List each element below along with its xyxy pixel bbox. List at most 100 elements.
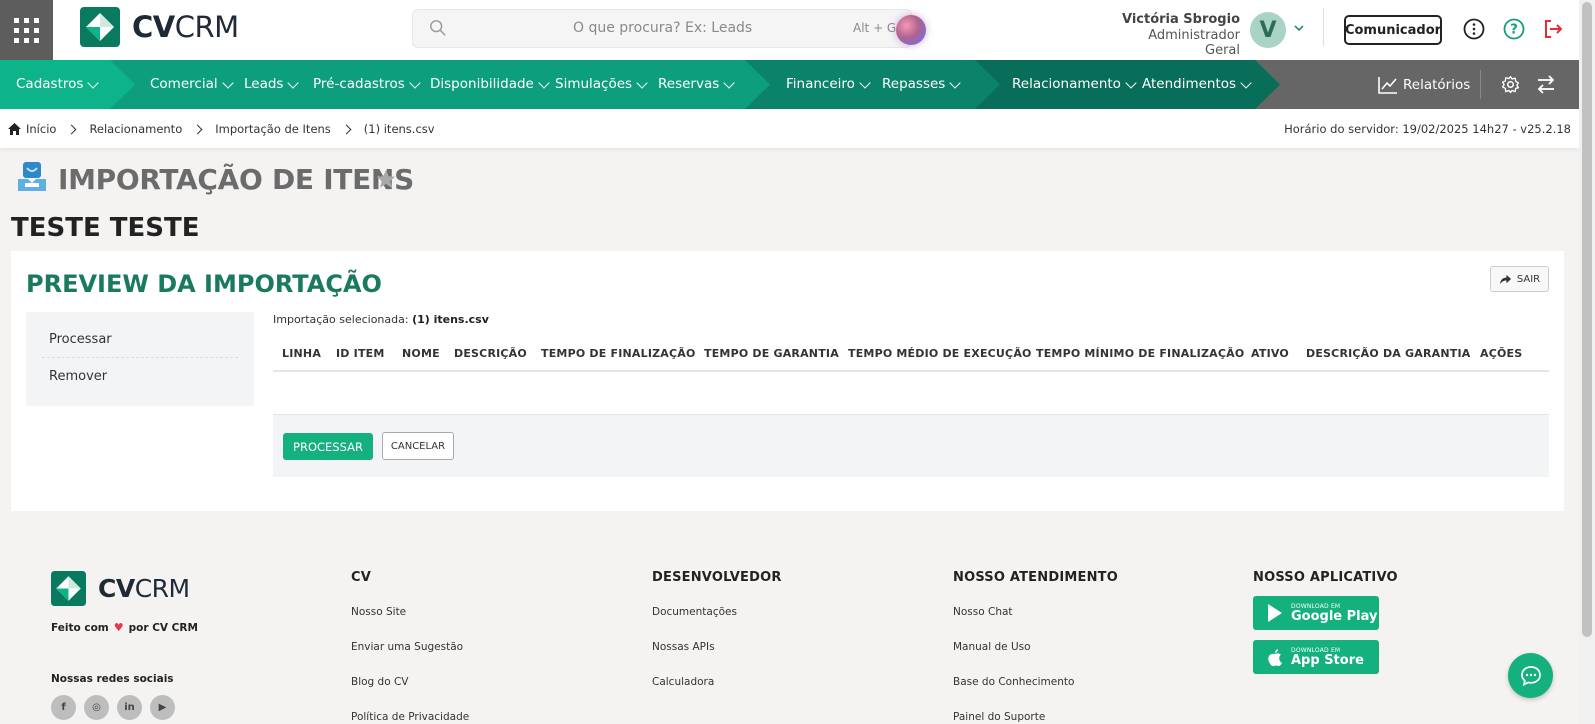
nav-comercial[interactable]: Comercial xyxy=(150,76,234,92)
chevron-down-icon xyxy=(723,76,735,89)
favorite-star-icon[interactable] xyxy=(375,168,397,190)
column-header[interactable]: ATIVO xyxy=(1251,347,1289,360)
user-role: Administrador Geral xyxy=(1148,28,1240,58)
footer-logo[interactable]: CVCRM xyxy=(51,571,190,606)
breadcrumb-item-importacao[interactable]: Importação de Itens xyxy=(215,122,331,136)
preview-card: PREVIEW DA IMPORTAÇÃO SAIR Processar Rem… xyxy=(11,251,1564,511)
footer-column-title: DESENVOLVEDOR xyxy=(652,570,782,585)
column-header[interactable]: TEMPO DE GARANTIA xyxy=(704,347,839,360)
footer-link[interactable]: Painel do Suporte xyxy=(953,711,1045,723)
import-items-icon xyxy=(18,162,46,191)
exit-button[interactable]: SAIR xyxy=(1490,266,1549,292)
swap-arrows-icon[interactable] xyxy=(1536,75,1556,94)
nav-repasses[interactable]: Repasses xyxy=(882,76,961,92)
linkedin-icon[interactable]: in xyxy=(117,695,142,720)
made-with-love: Feito com ♥ por CV CRM xyxy=(51,621,198,634)
page-scrollbar[interactable] xyxy=(1579,0,1595,724)
nav-leads[interactable]: Leads xyxy=(244,76,300,92)
chevron-down-icon xyxy=(859,76,871,89)
chevron-down-icon xyxy=(949,76,961,89)
column-header[interactable]: ID ITEM xyxy=(336,347,385,360)
page-title: IMPORTAÇÃO DE ITENS xyxy=(58,163,414,196)
table-header: LINHA ID ITEM NOME DESCRIÇÃO TEMPO DE FI… xyxy=(273,338,1549,372)
column-header[interactable]: DESCRIÇÃO xyxy=(454,347,527,360)
logo-text: CVCRM xyxy=(132,10,239,44)
column-header[interactable]: TEMPO DE FINALIZAÇÃO xyxy=(541,347,696,360)
nav-pre-cadastros[interactable]: Pré-cadastros xyxy=(313,76,421,92)
column-header[interactable]: NOME xyxy=(402,347,440,360)
google-play-button[interactable]: DOWNLOAD EM Google Play xyxy=(1253,596,1379,630)
footer-link[interactable]: Nossas APIs xyxy=(652,641,715,653)
footer-link[interactable]: Enviar uma Sugestão xyxy=(351,641,463,653)
facebook-icon[interactable]: f xyxy=(51,695,76,720)
nav-atendimentos[interactable]: Atendimentos xyxy=(1142,76,1252,92)
breadcrumb-item-current: (1) itens.csv xyxy=(363,122,435,136)
global-search[interactable]: O que procura? Ex: Leads Alt + G xyxy=(412,9,926,48)
share-arrow-icon xyxy=(1499,274,1511,284)
user-info[interactable]: Victória Sbrogio Administrador Geral xyxy=(1110,12,1240,58)
footer-link[interactable]: Calculadora xyxy=(652,676,714,688)
chevron-down-icon xyxy=(1125,76,1137,89)
comunicador-button[interactable]: Comunicador xyxy=(1344,15,1442,45)
nav-divider xyxy=(1480,70,1481,99)
footer-link[interactable]: Blog do CV xyxy=(351,676,409,688)
menu-item-remover[interactable]: Remover xyxy=(49,369,107,384)
scrollbar-thumb[interactable] xyxy=(1582,2,1592,637)
exit-label: SAIR xyxy=(1516,273,1541,285)
search-shortcut-hint: Alt + G xyxy=(853,21,897,35)
apple-icon xyxy=(1268,649,1282,667)
footer-link[interactable]: Documentações xyxy=(652,606,737,618)
home-icon[interactable] xyxy=(8,123,21,135)
ai-assistant-icon[interactable] xyxy=(896,15,926,45)
cancel-button[interactable]: CANCELAR xyxy=(382,432,454,460)
column-header[interactable]: TEMPO MÍNIMO DE FINALIZAÇÃO xyxy=(1036,347,1244,360)
footer-link[interactable]: Manual de Uso xyxy=(953,641,1031,653)
menu-item-processar[interactable]: Processar xyxy=(49,332,112,347)
nav-disponibilidade[interactable]: Disponibilidade xyxy=(430,76,550,92)
breadcrumb-bar: Início Relacionamento Importação de Iten… xyxy=(0,109,1579,148)
chevron-right-icon xyxy=(66,124,77,134)
breadcrumb-item-relacionamento[interactable]: Relacionamento xyxy=(89,122,182,136)
nav-cadastros[interactable]: Cadastros xyxy=(16,76,100,92)
nav-financeiro[interactable]: Financeiro xyxy=(786,76,871,92)
column-header[interactable]: DESCRIÇÃO DA GARANTIA xyxy=(1306,347,1470,360)
nav-relacionamento[interactable]: Relacionamento xyxy=(1012,76,1137,92)
column-header[interactable]: TEMPO MÉDIO DE EXECUÇÃO xyxy=(848,347,1032,360)
footer-link[interactable]: Nosso Site xyxy=(351,606,406,618)
chat-button[interactable] xyxy=(1508,653,1553,698)
menu-divider xyxy=(42,357,238,358)
main-nav: Cadastros Comercial Leads Pré-cadastros … xyxy=(0,60,1579,109)
nav-reservas[interactable]: Reservas xyxy=(658,76,735,92)
footer-link[interactable]: Base do Conhecimento xyxy=(953,676,1074,688)
footer-link[interactable]: Política de Privacidade xyxy=(351,711,469,723)
instagram-icon[interactable]: ◎ xyxy=(84,695,109,720)
gear-icon[interactable] xyxy=(1501,75,1520,94)
apps-menu-button[interactable] xyxy=(0,0,53,60)
logout-icon[interactable] xyxy=(1541,17,1565,41)
user-name: Victória Sbrogio xyxy=(1121,12,1240,27)
selected-import-file: (1) itens.csv xyxy=(412,313,489,326)
youtube-icon[interactable]: ▶ xyxy=(150,695,175,720)
cvcrm-logo-mark-icon xyxy=(80,7,120,47)
column-header[interactable]: LINHA xyxy=(282,347,321,360)
nav-relatorios[interactable]: Relatórios xyxy=(1378,76,1470,94)
footer-link[interactable]: Nosso Chat xyxy=(953,606,1013,618)
chevron-down-icon xyxy=(221,76,234,89)
chevron-down-icon[interactable] xyxy=(1293,22,1305,34)
help-icon[interactable]: ? xyxy=(1502,17,1526,41)
selected-import: Importação selecionada: (1) itens.csv xyxy=(273,313,489,326)
info-icon[interactable] xyxy=(1462,17,1486,41)
nav-simulacoes[interactable]: Simulações xyxy=(555,76,648,92)
avatar[interactable]: V xyxy=(1250,12,1286,48)
breadcrumb-item-inicio[interactable]: Início xyxy=(26,122,56,136)
cvcrm-logo[interactable]: CVCRM xyxy=(80,7,239,47)
search-input[interactable]: O que procura? Ex: Leads xyxy=(573,20,752,36)
app-store-button[interactable]: DOWNLOAD EM App Store xyxy=(1253,640,1379,674)
server-time: Horário do servidor: 19/02/2025 14h27 - … xyxy=(1284,122,1571,136)
chevron-down-icon xyxy=(287,76,300,89)
process-button[interactable]: PROCESSAR xyxy=(283,433,373,460)
column-header[interactable]: AÇÕES xyxy=(1480,347,1522,360)
form-actions: PROCESSAR CANCELAR xyxy=(273,414,1549,477)
chevron-down-icon xyxy=(538,76,550,89)
svg-text:?: ? xyxy=(1510,23,1518,38)
